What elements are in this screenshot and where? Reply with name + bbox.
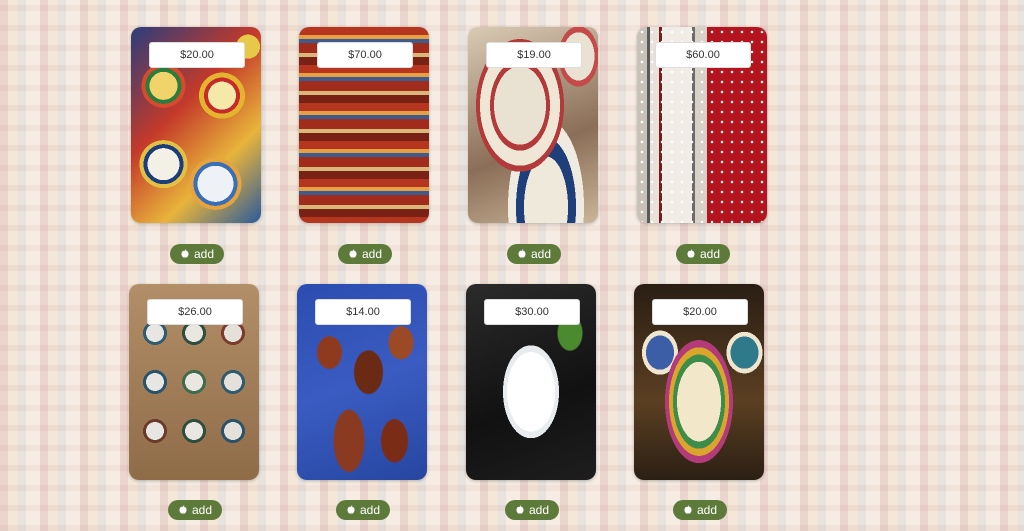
apple-icon bbox=[516, 505, 524, 514]
apple-icon bbox=[179, 505, 187, 514]
apple-icon bbox=[518, 249, 526, 258]
price-label: $20.00 bbox=[652, 299, 748, 325]
add-button[interactable]: add bbox=[336, 500, 390, 520]
add-button[interactable]: add bbox=[170, 244, 224, 264]
price-label: $19.00 bbox=[486, 42, 582, 68]
add-label: add bbox=[193, 247, 215, 261]
product-card[interactable]: $20.00 bbox=[131, 27, 261, 223]
add-button[interactable]: add bbox=[505, 500, 559, 520]
add-button[interactable]: add bbox=[673, 500, 727, 520]
product-card[interactable]: $26.00 bbox=[129, 284, 259, 480]
apple-icon bbox=[181, 249, 189, 258]
product-grid: $20.00 add $70.00 add $19.00 add $60.00 … bbox=[0, 0, 1024, 531]
product-card[interactable]: $70.00 bbox=[299, 27, 429, 223]
product-card[interactable]: $60.00 bbox=[637, 27, 767, 223]
price-label: $20.00 bbox=[149, 42, 245, 68]
product-card[interactable]: $19.00 bbox=[468, 27, 598, 223]
add-label: add bbox=[696, 503, 718, 517]
add-label: add bbox=[359, 503, 381, 517]
add-button[interactable]: add bbox=[338, 244, 392, 264]
add-button[interactable]: add bbox=[168, 500, 222, 520]
add-label: add bbox=[361, 247, 383, 261]
price-label: $14.00 bbox=[315, 299, 411, 325]
add-button[interactable]: add bbox=[507, 244, 561, 264]
product-card[interactable]: $14.00 bbox=[297, 284, 427, 480]
add-label: add bbox=[528, 503, 550, 517]
apple-icon bbox=[347, 505, 355, 514]
price-label: $70.00 bbox=[317, 42, 413, 68]
price-label: $60.00 bbox=[655, 42, 751, 68]
add-label: add bbox=[191, 503, 213, 517]
add-label: add bbox=[699, 247, 721, 261]
add-button[interactable]: add bbox=[676, 244, 730, 264]
price-label: $26.00 bbox=[147, 299, 243, 325]
product-card[interactable]: $30.00 bbox=[466, 284, 596, 480]
product-card[interactable]: $20.00 bbox=[634, 284, 764, 480]
apple-icon bbox=[687, 249, 695, 258]
apple-icon bbox=[349, 249, 357, 258]
price-label: $30.00 bbox=[484, 299, 580, 325]
add-label: add bbox=[530, 247, 552, 261]
apple-icon bbox=[684, 505, 692, 514]
